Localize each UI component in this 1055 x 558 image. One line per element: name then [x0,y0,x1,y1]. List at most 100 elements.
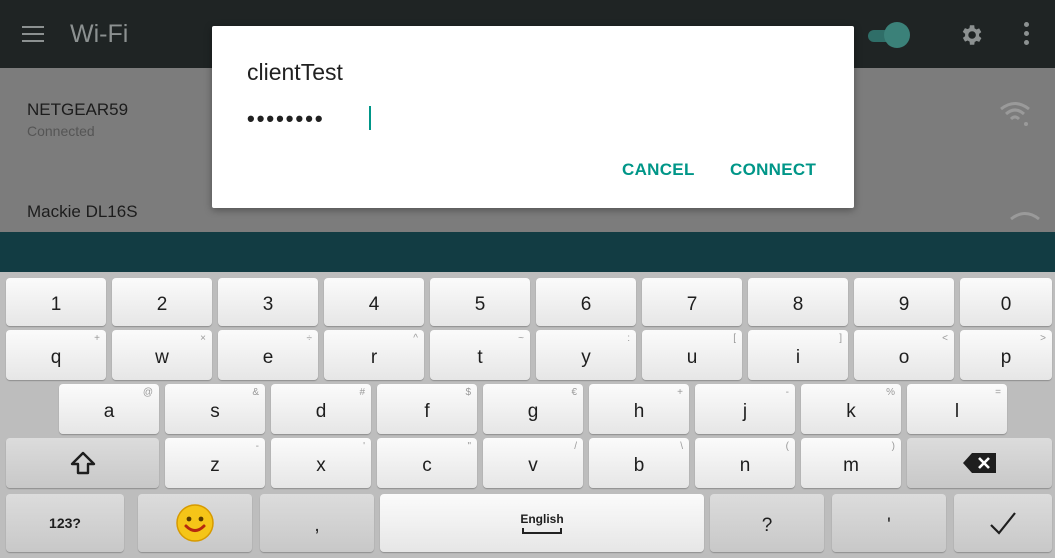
key-label: 123? [49,515,81,531]
key-p[interactable]: > p [960,330,1052,380]
key-hint: @ [142,387,153,398]
key-i[interactable]: ] i [748,330,848,380]
key-label: t [477,347,483,368]
key-4[interactable]: 4 [324,278,424,326]
key-f[interactable]: $ f [377,384,477,434]
key-label: ' [887,515,891,536]
key-s[interactable]: & s [165,384,265,434]
key-e[interactable]: ÷ e [218,330,318,380]
key-label: 8 [792,294,804,315]
key-label: , [314,515,320,536]
password-value: •••••••• [247,106,325,131]
key-q[interactable]: + q [6,330,106,380]
overflow-menu-icon[interactable] [1024,22,1030,46]
gear-icon[interactable] [958,22,984,48]
key-label: 1 [50,294,62,315]
key-label: ? [761,515,773,536]
key-2[interactable]: 2 [112,278,212,326]
key-t[interactable]: ~ t [430,330,530,380]
key-a[interactable]: @ a [59,384,159,434]
done-key[interactable] [954,494,1052,552]
key-hint: ] [839,333,842,344]
key-label: v [528,455,538,476]
key-label: f [424,401,430,422]
key-g[interactable]: € g [483,384,583,434]
menu-icon[interactable] [22,26,44,42]
key-d[interactable]: # d [271,384,371,434]
key-v[interactable]: / v [483,438,583,488]
key-n[interactable]: (n [695,438,795,488]
key-label: 7 [686,294,698,315]
key-label: n [739,455,751,476]
language-label: English [520,512,564,526]
key-k[interactable]: % k [801,384,901,434]
key-hint: < [942,333,948,344]
key-hint: / [574,441,577,452]
key-7[interactable]: 7 [642,278,742,326]
key-label: r [370,347,378,368]
key-hint: [ [733,333,736,344]
key-label: h [633,401,645,422]
key-hint: ^ [413,333,418,344]
key-hint: ' [363,441,365,452]
key-hint: % [886,387,895,398]
key-hint: ( [785,441,789,452]
comma-key[interactable]: , [260,494,374,552]
key-label: j [742,401,748,422]
key-label: m [843,455,859,476]
key-o[interactable]: < o [854,330,954,380]
network-status: Connected [27,123,95,139]
key-y[interactable]: :y [536,330,636,380]
key-label: c [422,455,432,476]
key-label: 6 [580,294,592,315]
key-hint: & [252,387,259,398]
key-label: w [155,347,169,368]
key-3[interactable]: 3 [218,278,318,326]
spacebar[interactable]: English [380,494,704,552]
key-hint: # [359,387,365,398]
key-label: a [103,401,115,422]
key-label: 9 [898,294,910,315]
key-b[interactable]: \ b [589,438,689,488]
key-h[interactable]: + h [589,384,689,434]
apostrophe-key[interactable]: ' [832,494,946,552]
key-8[interactable]: 8 [748,278,848,326]
key-0[interactable]: 0 [960,278,1052,326]
key-m[interactable]: ) m [801,438,901,488]
key-u[interactable]: [u [642,330,742,380]
key-hint: ÷ [306,333,313,344]
shift-key[interactable] [6,438,159,488]
key-5[interactable]: 5 [430,278,530,326]
key-r[interactable]: ^ r [324,330,424,380]
key-c[interactable]: " c [377,438,477,488]
key-j[interactable]: -j [695,384,795,434]
key-label: u [686,347,698,368]
key-x[interactable]: ' x [271,438,371,488]
connect-button[interactable]: CONNECT [730,160,816,180]
key-label: s [210,401,220,422]
key-label: d [315,401,327,422]
password-input[interactable]: •••••••• [247,104,817,134]
page-title: Wi-Fi [70,20,129,48]
key-label: o [898,347,910,368]
key-hint: - [785,387,789,398]
backspace-key[interactable] [907,438,1052,488]
key-hint: + [677,387,683,398]
wifi-toggle[interactable] [862,22,912,48]
key-w[interactable]: × w [112,330,212,380]
key-1[interactable]: 1 [6,278,106,326]
cancel-button[interactable]: CANCEL [622,160,695,180]
key-label: 4 [368,294,380,315]
key-z[interactable]: -z [165,438,265,488]
key-hint: € [571,387,577,398]
spacebar-label: English [520,512,564,534]
symbols-key[interactable]: 123? [6,494,124,552]
question-key[interactable]: ? [710,494,824,552]
key-9[interactable]: 9 [854,278,954,326]
key-l[interactable]: = l [907,384,1007,434]
key-6[interactable]: 6 [536,278,636,326]
emoji-key[interactable] [138,494,252,552]
text-cursor [369,106,371,130]
space-symbol [522,528,562,534]
key-label: 2 [156,294,168,315]
